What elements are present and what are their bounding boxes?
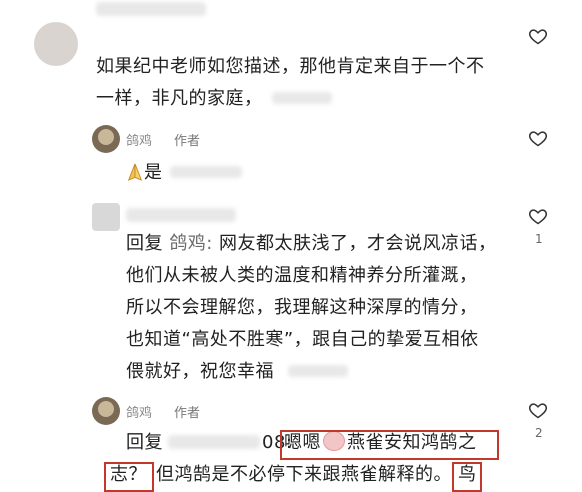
reply-text: 是 (126, 157, 163, 189)
comment-text-line: 他们从未被人类的温度和精神养分所灌溉， (126, 265, 478, 286)
comment-text-line: 也知道“高处不胜寒”，跟自己的挚爱互相依 (126, 329, 479, 350)
praying-hands-icon (127, 163, 143, 181)
mention-link[interactable]: 鸽鸡: (169, 233, 213, 254)
redacted-text (288, 365, 348, 377)
reply-prefix: 回复 (126, 432, 163, 453)
redacted-text (170, 166, 242, 178)
like-count: 1 (535, 232, 543, 246)
heart-outline-icon[interactable] (528, 400, 548, 420)
redacted-text (272, 92, 332, 104)
comment-text-line: 如果纪中老师如您描述，那他肯定来自于一个不 (96, 56, 485, 77)
comment-text-line: 所以不会理解您，我理解这种深厚的情分， (126, 297, 478, 318)
highlight-box (280, 430, 499, 460)
like-count: 2 (535, 426, 543, 440)
heart-outline-icon[interactable] (528, 128, 548, 148)
comment-text-line: 偎就好，祝您幸福 (126, 361, 274, 382)
reply-prefix: 回复 (126, 233, 163, 254)
heart-outline-icon[interactable] (528, 26, 548, 46)
reply-text-content: 是 (144, 162, 163, 183)
comment-text-line: 回复 鸽鸡: 网友都太肤浅了，才会说风凉话， (126, 228, 497, 260)
comment-text-line: 一样，非凡的家庭， (96, 88, 263, 109)
author-username[interactable]: 鸽鸡 (126, 130, 152, 149)
reply-text-line: 回复 (126, 427, 163, 459)
commenter-avatar[interactable] (34, 22, 78, 66)
highlight-box (104, 462, 154, 492)
commenter-avatar[interactable] (92, 203, 120, 231)
author-username[interactable]: 鸽鸡 (126, 402, 152, 421)
author-avatar[interactable] (92, 397, 120, 425)
heart-outline-icon[interactable] (528, 206, 548, 226)
comment-text-content: 网友都太肤浅了，才会说风凉话， (219, 233, 497, 254)
reply-text-line: 但鸿鹄是不必停下来跟燕雀解释的。 (156, 464, 452, 485)
author-badge: 作者 (174, 134, 201, 149)
highlight-box (452, 462, 482, 492)
author-badge: 作者 (174, 406, 201, 421)
redacted-username (96, 2, 206, 16)
author-avatar[interactable] (92, 125, 120, 153)
redacted-username (126, 208, 236, 222)
redacted-username (168, 435, 260, 449)
